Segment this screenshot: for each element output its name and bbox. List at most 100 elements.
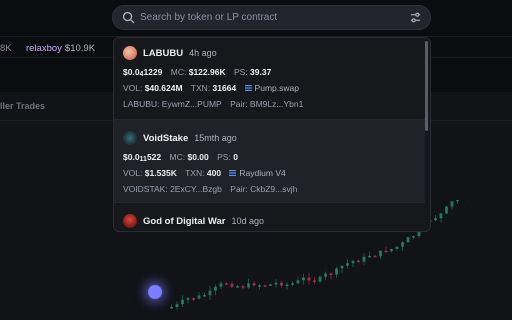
address-row: VOIDSTAK: 2ExCY...Bzgb Pair: CkbZ9...svj…	[123, 181, 425, 197]
volume-row: VOL: $1.535K TXN: 400 Raydium V4	[123, 168, 286, 178]
token-age: 10d ago	[231, 216, 265, 226]
candle-body	[379, 250, 382, 257]
search-bar[interactable]	[112, 5, 431, 30]
filter-icon[interactable]	[409, 11, 422, 24]
candle-body	[368, 255, 371, 258]
candle-body	[230, 283, 234, 287]
candle-body	[434, 218, 437, 221]
ticker-value-partial: 8K	[0, 43, 12, 54]
candle-body	[192, 298, 195, 300]
candle-body	[280, 282, 283, 286]
candle-body	[181, 299, 184, 305]
candle-body	[324, 273, 327, 277]
scrollbar-thumb[interactable]	[425, 41, 428, 131]
tab-seller-trades[interactable]: ller Trades	[0, 101, 45, 111]
ps-value: 0	[233, 152, 238, 162]
market-cap: $122.96K	[188, 67, 226, 77]
candle-body	[335, 268, 338, 275]
candle-body	[247, 283, 250, 288]
price-row: $0.041229 MC: $122.96K PS: 39.37	[123, 67, 272, 78]
candle-body	[346, 263, 349, 266]
candle-body	[406, 237, 410, 243]
candle-body	[302, 277, 305, 281]
candle-body	[285, 284, 289, 287]
candle-body	[329, 273, 333, 276]
search-result-god-of-digital-war[interactable]: God of Digital War 10d ago	[114, 212, 425, 230]
result-divider	[114, 119, 425, 120]
candle-body	[252, 283, 256, 286]
candle-body	[362, 256, 366, 262]
market-cap: $0.00	[187, 152, 209, 162]
candle-body	[203, 295, 206, 297]
token-avatar	[123, 46, 137, 60]
search-results-dropdown: LABUBU 4h ago $0.041229 MC: $122.96K PS:…	[113, 37, 431, 232]
volume: $1.535K	[144, 168, 177, 178]
search-result-labubu[interactable]: LABUBU 4h ago $0.041229 MC: $122.96K PS:…	[114, 44, 425, 112]
dex-name: Pump.swap	[254, 83, 299, 93]
candle-body	[274, 282, 278, 285]
candle-body	[307, 277, 311, 281]
candle-body	[450, 201, 454, 207]
txn-count: 400	[206, 168, 222, 178]
candle-body	[439, 213, 443, 219]
price-row: $0.011522 MC: $0.00 PS: 0	[123, 152, 238, 163]
result-divider	[114, 202, 425, 203]
candle-body	[291, 283, 294, 285]
candle-body	[445, 206, 448, 214]
volume: $40.624M	[144, 83, 183, 93]
ticker-amount: $10.9K	[64, 43, 96, 54]
candle-body	[219, 283, 223, 287]
candle-body	[197, 295, 201, 299]
search-result-voidstake[interactable]: VoidStake 15mth ago $0.011522 MC: $0.00 …	[114, 120, 425, 202]
token-avatar	[123, 214, 137, 228]
token-address[interactable]: LABUBU: EywmZ...PUMP	[123, 99, 222, 109]
dex-icon	[244, 85, 252, 91]
candle-body	[390, 248, 393, 252]
candle-body	[401, 242, 404, 247]
dex-icon	[229, 170, 237, 176]
candle-body	[412, 235, 415, 238]
ticker-handle: relaxboy	[26, 43, 62, 54]
candle-body	[357, 260, 360, 263]
candle-body	[186, 298, 190, 300]
candle-body	[170, 307, 173, 309]
candle-body	[373, 255, 377, 258]
search-input[interactable]	[140, 9, 395, 26]
token-price: $0.011522	[123, 152, 162, 163]
token-name: LABUBU	[143, 47, 184, 59]
token-age: 15mth ago	[194, 133, 237, 143]
candle-body	[351, 260, 355, 264]
candle-body	[269, 284, 272, 286]
volume-row: VOL: $40.624M TXN: 31664 Pump.swap	[123, 83, 299, 93]
address-row: LABUBU: EywmZ...PUMP Pair: BM9Lz...Ybn1	[123, 96, 425, 112]
pair-address[interactable]: Pair: CkbZ9...svjh	[230, 184, 297, 194]
search-icon	[122, 11, 135, 24]
candle-body	[318, 276, 322, 282]
token-avatar	[123, 131, 137, 145]
ticker-item[interactable]: relaxboy $10.9K	[26, 43, 95, 54]
token-name: God of Digital War	[143, 215, 226, 227]
token-age: 4h ago	[189, 48, 217, 58]
cursor-highlight	[148, 285, 162, 299]
candle-body	[225, 283, 228, 285]
candle-body	[263, 285, 267, 287]
candle-body	[208, 290, 212, 296]
pair-address[interactable]: Pair: BM9Lz...Ybn1	[230, 99, 303, 109]
candle-body	[175, 304, 179, 308]
candle-body	[296, 280, 300, 284]
candle-body	[384, 250, 388, 253]
token-name: VoidStake	[143, 132, 189, 144]
candle-body	[456, 200, 459, 202]
candle-body	[395, 246, 399, 249]
txn-count: 31664	[212, 83, 237, 93]
candle-body	[236, 286, 239, 288]
scrollbar[interactable]	[423, 38, 430, 231]
candle-body	[340, 265, 344, 269]
ps-value: 39.37	[250, 67, 272, 77]
candle-body	[241, 286, 245, 288]
dex-name: Raydium V4	[239, 168, 286, 178]
candle-body	[214, 286, 217, 291]
candle-body	[258, 285, 261, 287]
token-price: $0.041229	[123, 67, 163, 78]
token-address[interactable]: VOIDSTAK: 2ExCY...Bzgb	[123, 184, 222, 194]
